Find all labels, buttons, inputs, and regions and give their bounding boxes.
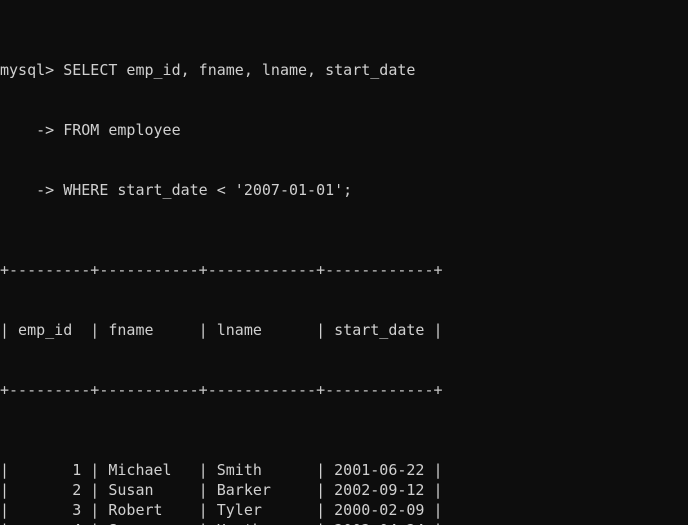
terminal-window[interactable]: mysql> SELECT emp_id, fname, lname, star… <box>0 0 688 525</box>
query-line-select: mysql> SELECT emp_id, fname, lname, star… <box>0 61 416 79</box>
table-body: | 1 | Michael | Smith | 2001-06-22 | | 2 … <box>0 460 443 525</box>
table-border-header: +---------+-----------+------------+----… <box>0 381 443 399</box>
query-line-from: -> FROM employee <box>0 121 181 139</box>
table-row: | 3 | Robert | Tyler | 2000-02-09 | <box>0 501 443 519</box>
table-row: | 4 | Susan | Hawthorne | 2002-04-24 | <box>0 520 443 525</box>
table-header-row: | emp_id | fname | lname | start_date | <box>0 321 443 339</box>
table-row: | 1 | Michael | Smith | 2001-06-22 | <box>0 461 443 479</box>
terminal-screen[interactable]: mysql> SELECT emp_id, fname, lname, star… <box>0 0 443 525</box>
table-border-top: +---------+-----------+------------+----… <box>0 261 443 279</box>
table-row: | 2 | Susan | Barker | 2002-09-12 | <box>0 481 443 499</box>
query-line-where: -> WHERE start_date < '2007-01-01'; <box>0 181 353 199</box>
